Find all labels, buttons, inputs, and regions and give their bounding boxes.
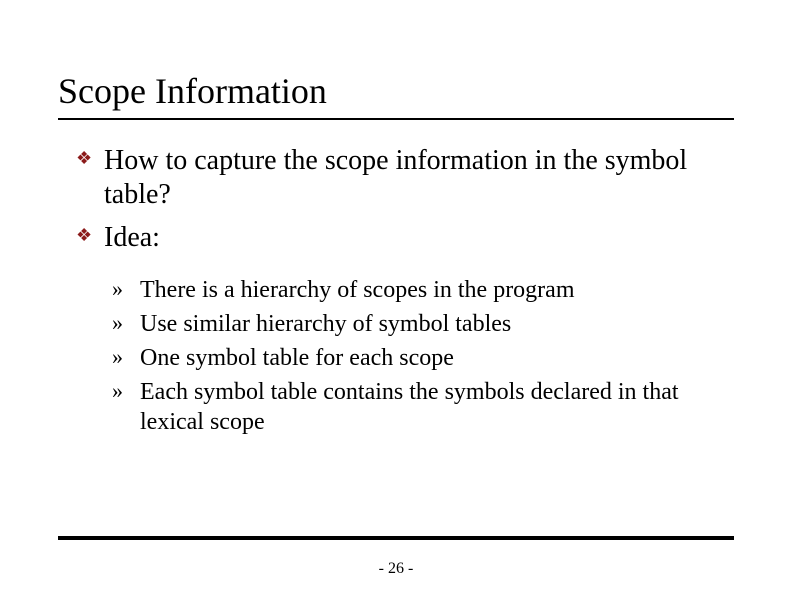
subbullet-text: One symbol table for each scope [140,345,454,371]
list-item: » Use similar hierarchy of symbol tables [112,309,734,339]
subbullet-text: Each symbol table contains the symbols d… [140,379,679,435]
raquo-icon: » [112,377,123,405]
bullet-text: How to capture the scope information in … [104,145,687,210]
list-item: ❖ Idea: [76,221,734,255]
slide-title: Scope Information [58,70,734,120]
subbullet-text: There is a hierarchy of scopes in the pr… [140,277,575,303]
list-item: » There is a hierarchy of scopes in the … [112,275,734,305]
raquo-icon: » [112,309,123,337]
raquo-icon: » [112,275,123,303]
subbullet-text: Use similar hierarchy of symbol tables [140,311,511,337]
bullet-list-level1: ❖ How to capture the scope information i… [58,144,734,255]
bullet-text: Idea: [104,222,160,253]
diamond-icon: ❖ [76,148,92,170]
footer-rule [58,536,734,540]
list-item: ❖ How to capture the scope information i… [76,144,734,211]
list-item: » One symbol table for each scope [112,343,734,373]
bullet-list-level2: » There is a hierarchy of scopes in the … [58,275,734,437]
page-number: - 26 - [0,560,792,578]
slide: Scope Information ❖ How to capture the s… [0,0,792,612]
raquo-icon: » [112,343,123,371]
diamond-icon: ❖ [76,225,92,247]
list-item: » Each symbol table contains the symbols… [112,377,734,437]
